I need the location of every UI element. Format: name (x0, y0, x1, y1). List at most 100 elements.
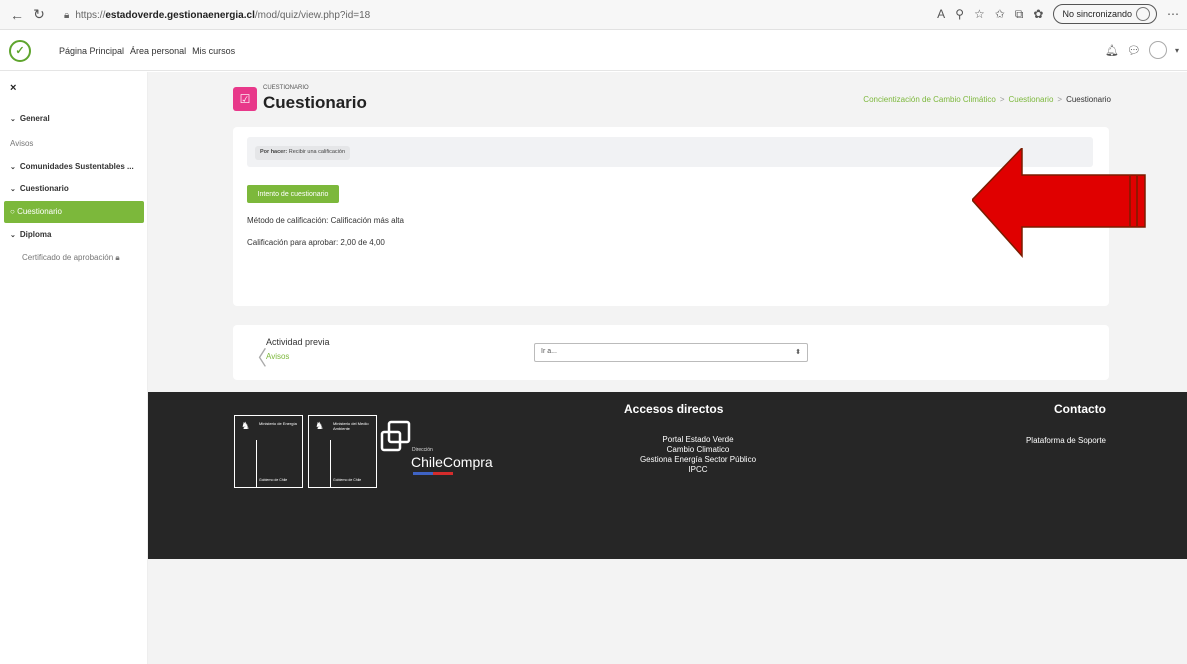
breadcrumb-current: Cuestionario (1066, 95, 1111, 104)
logo-gob-text: Gobierno de Chile (259, 478, 288, 482)
chevron-down-icon: ⌄ (10, 186, 16, 193)
browser-actions: A ⚲ ☆ ✩ ⧉ ✿ No sincronizando ⋯ (937, 4, 1179, 24)
site-footer: ♞ Ministerio de Energía Gobierno de Chil… (148, 392, 1187, 559)
chevron-down-icon: ⌄ (10, 116, 16, 123)
grading-method-text: Método de calificación: Calificación más… (247, 216, 404, 225)
zoom-icon[interactable]: ⚲ (955, 7, 964, 21)
chilecompra-icon (380, 420, 411, 452)
nav-dashboard[interactable]: Área personal (130, 46, 186, 56)
back-icon[interactable]: ← (6, 7, 28, 23)
messages-icon[interactable]: 💬︎ (1127, 44, 1141, 57)
nav-links: Página Principal Área personal Mis curso… (59, 46, 235, 56)
footer-link-cambio-climatico[interactable]: Cambio Climatico (618, 445, 778, 455)
select-caret-icon: ⬍ (795, 349, 801, 356)
chevron-down-icon: ⌄ (10, 164, 16, 171)
reload-icon[interactable]: ↻ (28, 6, 50, 23)
footer-contact-title: Contacto (1054, 402, 1106, 416)
jump-select-value: Ir a... (541, 348, 557, 355)
sidebar-item-avisos[interactable]: Avisos (10, 139, 33, 148)
footer-access-links: Portal Estado Verde Cambio Climatico Ges… (618, 435, 778, 475)
nav-home[interactable]: Página Principal (59, 46, 124, 56)
read-aloud-icon[interactable]: A (937, 7, 945, 21)
chilecompra-name: ChileCompra (411, 454, 493, 470)
chilecompra-subtitle: Dirección (412, 447, 433, 453)
completion-info-bar: Por hacer: Recibir una calificación (247, 137, 1093, 167)
chile-crest-icon: ♞ (241, 421, 250, 432)
browser-toolbar: ← ↻ 🔒︎ https://estadoverde.gestionaenerg… (0, 0, 1187, 30)
address-bar[interactable]: 🔒︎ https://estadoverde.gestionaenergia.c… (64, 4, 904, 26)
sidebar-item-label: Comunidades Sustentables ... (19, 162, 134, 171)
ministerio-energia-logo: ♞ Ministerio de Energía Gobierno de Chil… (234, 415, 303, 488)
user-avatar[interactable] (1148, 41, 1167, 59)
completion-badge: Por hacer: Recibir una calificación (255, 146, 350, 160)
url-path: /mod/quiz/view.php?id=18 (254, 9, 371, 21)
chevron-down-icon[interactable]: ▾ (1175, 46, 1179, 55)
footer-link-ipcc[interactable]: IPCC (618, 465, 778, 475)
logo-ministry-text: Ministerio del Medio Ambiente (333, 421, 369, 431)
footer-access-title: Accesos directos (624, 402, 724, 416)
close-drawer-icon[interactable]: × (10, 82, 16, 94)
navbar-actions: 🔔︎ 💬︎ ▾ (1105, 41, 1179, 59)
attempt-quiz-button[interactable]: Intento de cuestionario (247, 185, 339, 203)
footer-link-gestiona-energia[interactable]: Gestiona Energía Sector Público (618, 455, 778, 465)
todo-label: Por hacer: (260, 149, 288, 155)
quiz-icon: ☑ (233, 87, 257, 111)
course-index-sidebar: × ⌄ General Avisos ⌄ Comunidades Sustentab… (0, 72, 148, 664)
nav-my-courses[interactable]: Mis cursos (192, 46, 235, 56)
activity-navigation: 〈 Actividad previa Avisos Ir a... ⬍ (233, 325, 1109, 380)
previous-activity-label: Actividad previa (266, 337, 330, 347)
sidebar-section-diploma[interactable]: ⌄ Diploma (10, 230, 51, 239)
todo-text: Recibir una calificación (288, 149, 345, 155)
logo-divider (235, 440, 257, 488)
favorite-star-icon[interactable]: ☆ (974, 7, 985, 21)
breadcrumb-separator: > (999, 95, 1005, 104)
footer-link-portal[interactable]: Portal Estado Verde (618, 435, 778, 445)
url-host: estadoverde.gestionaenergia.cl (105, 9, 255, 21)
logo-gob-text: Gobierno de Chile (333, 478, 362, 482)
lock-icon: 🔒︎ (115, 253, 120, 262)
chilecompra-underline (413, 472, 453, 475)
sidebar-item-label: Certificado de aprobación (22, 253, 114, 262)
collections-icon[interactable]: ⧉ (1015, 7, 1024, 22)
favorites-icon[interactable]: ✩ (995, 7, 1005, 21)
breadcrumb-course[interactable]: Concientización de Cambio Climático (863, 95, 996, 104)
sync-button[interactable]: No sincronizando (1053, 4, 1157, 24)
footer-support-link[interactable]: Plataforma de Soporte (1026, 436, 1106, 445)
breadcrumb-separator: > (1057, 95, 1063, 104)
sidebar-item-label: Cuestionario (19, 184, 69, 193)
logo-divider (309, 440, 331, 488)
url-prefix: https:// (75, 9, 106, 21)
sidebar-item-cuestionario-active[interactable]: ○ Cuestionario (4, 201, 144, 223)
jump-to-select[interactable]: Ir a... ⬍ (534, 343, 808, 362)
lock-icon: 🔒︎ (64, 9, 70, 21)
page-bottom-area (148, 559, 1187, 664)
sidebar-section-comunidades[interactable]: ⌄ Comunidades Sustentables ... (10, 162, 134, 171)
sidebar-item-label: General (19, 114, 50, 123)
notification-bell-icon[interactable]: 🔔︎ (1105, 44, 1119, 57)
circle-icon: ○ (10, 207, 18, 216)
page-title: Cuestionario (263, 93, 367, 112)
previous-activity-link[interactable]: Avisos (266, 352, 289, 361)
breadcrumb-section[interactable]: Cuestionario (1008, 95, 1053, 104)
chevron-left-icon[interactable]: 〈 (247, 342, 267, 371)
sidebar-item-certificado[interactable]: Certificado de aprobación 🔒︎ (22, 253, 120, 263)
pass-grade-text: Calificación para aprobar: 2,00 de 4,00 (247, 238, 385, 247)
sidebar-item-label: Cuestionario (17, 207, 62, 216)
activity-type-label: CUESTIONARIO (263, 85, 309, 91)
site-navbar: ✓ Página Principal Área personal Mis cur… (0, 31, 1187, 71)
chile-crest-icon: ♞ (315, 421, 324, 432)
red-arrow-annotation (972, 148, 1146, 258)
chevron-down-icon: ⌄ (10, 232, 16, 239)
sidebar-section-general[interactable]: ⌄ General (10, 114, 50, 123)
extension-icon[interactable]: ✿ (1033, 7, 1043, 21)
ministerio-medio-ambiente-logo: ♞ Ministerio del Medio Ambiente Gobierno… (308, 415, 377, 488)
sidebar-item-label: Avisos (10, 139, 34, 148)
site-logo[interactable]: ✓ (9, 39, 31, 62)
sidebar-section-cuestionario[interactable]: ⌄ Cuestionario (10, 184, 69, 193)
breadcrumb: Concientización de Cambio Climático > Cues… (863, 95, 1111, 104)
sidebar-item-label: Diploma (19, 230, 52, 239)
profile-icon (1136, 7, 1150, 21)
sync-label: No sincronizando (1062, 9, 1132, 19)
logo-ministry-text: Ministerio de Energía (259, 421, 297, 426)
more-icon[interactable]: ⋯ (1167, 7, 1179, 21)
